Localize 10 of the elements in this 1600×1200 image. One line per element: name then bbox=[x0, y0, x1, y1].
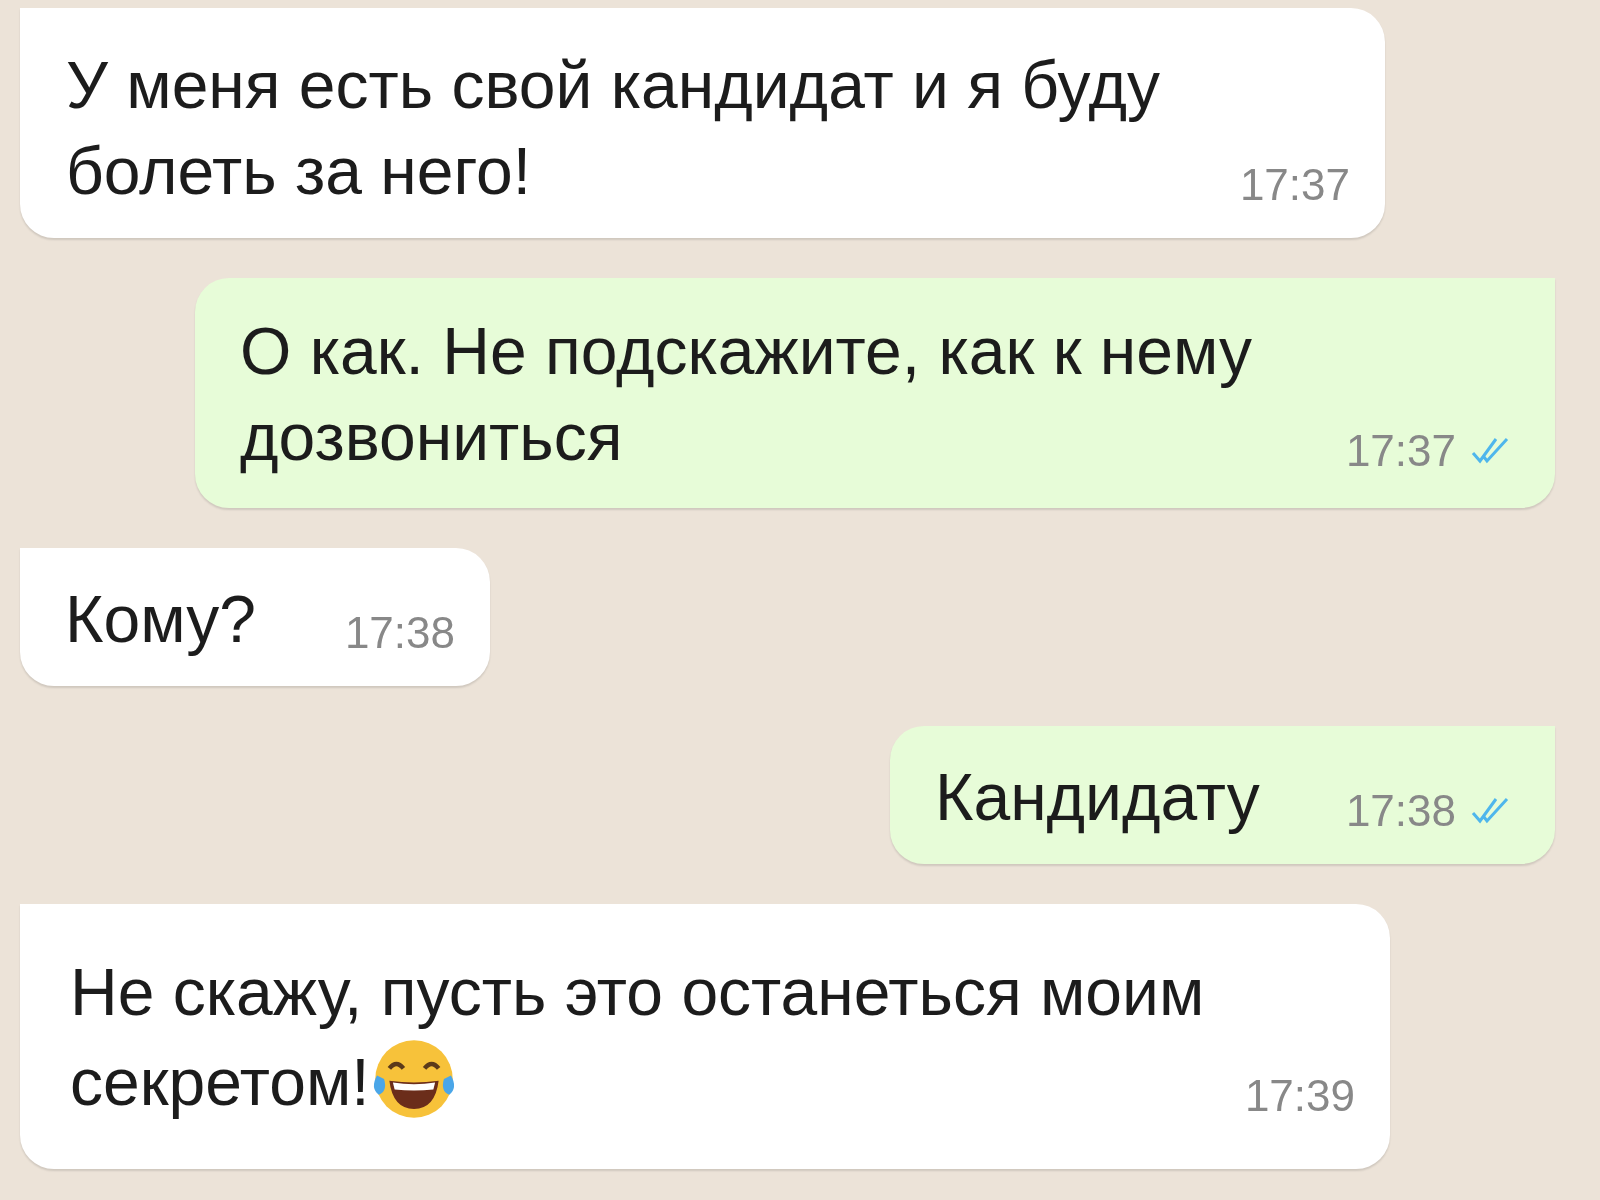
message-text: О как. Не подскажите, как к нему дозвониться bbox=[240, 314, 1253, 474]
message-time: 17:37 bbox=[1345, 426, 1456, 476]
message-time: 17:39 bbox=[1244, 1071, 1355, 1121]
message-time: 17:38 bbox=[1345, 786, 1456, 836]
message-text: Кому? bbox=[65, 582, 256, 656]
message-time: 17:38 bbox=[344, 608, 455, 658]
message-time: 17:37 bbox=[1239, 160, 1350, 210]
message-text: Кандидату bbox=[935, 760, 1260, 834]
message-text: У меня есть свой кандидат и я буду болеть за него! bbox=[66, 48, 1160, 208]
message-text: Не скажу, пусть это останеться моим секретом! bbox=[70, 955, 1205, 1119]
